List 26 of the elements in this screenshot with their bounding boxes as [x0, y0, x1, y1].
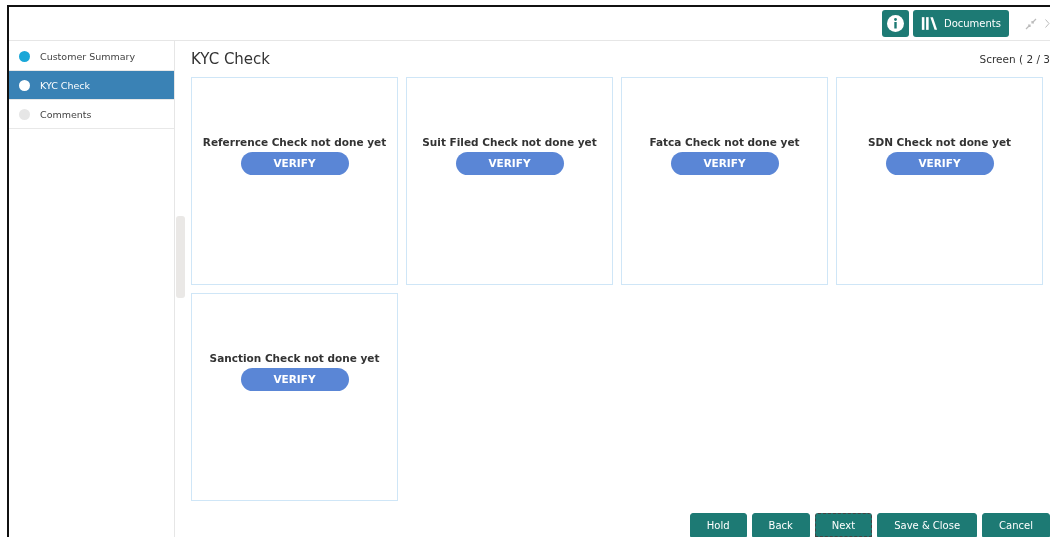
check-message: Fatca Check not done yet: [649, 135, 800, 148]
resize-handle[interactable]: [176, 216, 185, 298]
verify-button[interactable]: VERIFY: [240, 367, 349, 391]
documents-button[interactable]: Documents: [913, 10, 1009, 37]
check-message: SDN Check not done yet: [867, 135, 1012, 148]
footer-button[interactable]: Back: [751, 513, 810, 537]
verify-button[interactable]: VERIFY: [885, 151, 994, 175]
info-icon: [887, 15, 904, 32]
verify-button[interactable]: VERIFY: [240, 151, 349, 175]
footer-button[interactable]: Next: [814, 513, 873, 537]
step-item[interactable]: Comments: [9, 100, 174, 129]
check-message: Sanction Check not done yet: [209, 351, 380, 364]
footer-button[interactable]: Save & Close: [877, 513, 978, 537]
page-title: KYC Check: [191, 50, 271, 68]
verify-button[interactable]: VERIFY: [455, 151, 564, 175]
chevron-icon[interactable]: [1045, 19, 1050, 28]
step-item[interactable]: KYC Check: [9, 71, 174, 100]
library-icon: [921, 16, 938, 31]
check-message: Suit Filed Check not done yet: [422, 135, 597, 148]
info-button[interactable]: [882, 10, 909, 37]
footer-button[interactable]: Cancel: [982, 513, 1050, 537]
minimize-icon[interactable]: [1025, 17, 1037, 30]
footer-button[interactable]: Hold: [689, 513, 747, 537]
check-message: Referrence Check not done yet: [202, 135, 387, 148]
screen-counter: Screen ( 2 / 3: [979, 53, 1050, 65]
verify-button[interactable]: VERIFY: [670, 151, 779, 175]
